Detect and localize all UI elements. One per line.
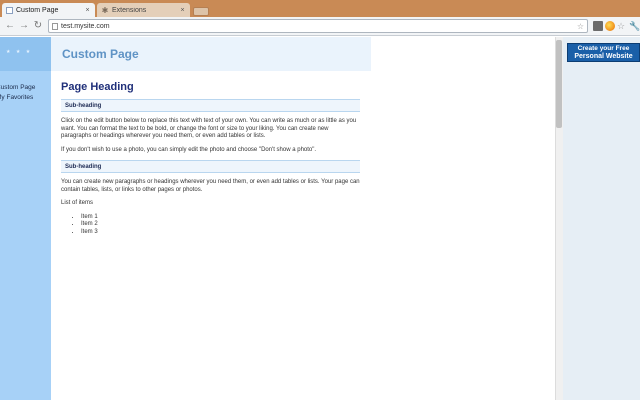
browser-toolbar: ← → ↻ test.mysite.com ☆ ☆ 🔧: [0, 17, 640, 36]
list-item: Item 3: [81, 229, 360, 237]
page-favicon-icon: [6, 6, 13, 14]
paragraph: You can create new paragraphs or heading…: [61, 179, 360, 193]
nav-link-my-favorites[interactable]: My Favorites: [0, 93, 35, 103]
list-item: Item 1: [81, 214, 360, 222]
ad-line-2: Personal Website: [574, 53, 633, 60]
list-item: Item 2: [81, 221, 360, 229]
ad-banner[interactable]: Create your Free Personal Website: [567, 43, 640, 62]
tab-title: Custom Page: [16, 6, 59, 14]
page-icon: [52, 22, 58, 30]
reload-icon[interactable]: ↻: [32, 20, 44, 32]
back-arrow-icon[interactable]: ←: [4, 20, 16, 32]
wrench-icon[interactable]: 🔧: [629, 21, 640, 31]
paragraph: Click on the edit button below to replac…: [61, 118, 357, 139]
puzzle-icon: ✱: [101, 5, 109, 15]
page-viewport: ★ ★ ★ Custom Page My Favorites Custom Pa…: [0, 37, 555, 400]
tab-close-icon[interactable]: ×: [84, 7, 91, 14]
sub-heading: Sub-heading: [61, 160, 360, 173]
site-sidebar: ★ ★ ★ Custom Page My Favorites: [0, 37, 51, 400]
ad-column: [563, 37, 640, 400]
extension-flag-icon[interactable]: [593, 21, 603, 31]
main-content: Page Heading Sub-heading Click on the ed…: [61, 81, 360, 236]
site-header: Custom Page: [51, 37, 371, 71]
site-logo: ★ ★ ★: [0, 37, 51, 71]
nav-link-custom-page[interactable]: Custom Page: [0, 83, 35, 93]
extension-star-icon[interactable]: ☆: [617, 21, 627, 31]
paragraph: If you don't wish to use a photo, you ca…: [61, 146, 317, 153]
ad-line-1: Create your Free: [577, 45, 630, 52]
site-title: Custom Page: [62, 47, 139, 61]
address-bar[interactable]: test.mysite.com ☆: [48, 19, 588, 33]
site-nav: Custom Page My Favorites: [0, 83, 35, 103]
tab-close-icon[interactable]: ×: [179, 7, 186, 14]
tab-title: Extensions: [112, 6, 147, 14]
extension-orb-icon[interactable]: [605, 21, 615, 31]
bookmark-star-icon[interactable]: ☆: [577, 22, 584, 31]
address-text: test.mysite.com: [61, 22, 110, 30]
sub-heading: Sub-heading: [61, 99, 360, 112]
forward-arrow-icon[interactable]: →: [18, 20, 30, 32]
page-heading: Page Heading: [61, 81, 134, 93]
tab-custom-page[interactable]: Custom Page ×: [2, 3, 95, 17]
list-label: List of items: [61, 200, 94, 206]
tab-extensions[interactable]: ✱ Extensions ×: [97, 3, 190, 17]
new-tab-button[interactable]: [193, 7, 209, 16]
item-list: Item 1 Item 2 Item 3: [81, 214, 360, 237]
tab-strip: Custom Page × ✱ Extensions ×: [0, 0, 640, 17]
scrollbar-thumb[interactable]: [556, 40, 562, 128]
logo-stars-icon: ★ ★ ★: [6, 49, 33, 55]
